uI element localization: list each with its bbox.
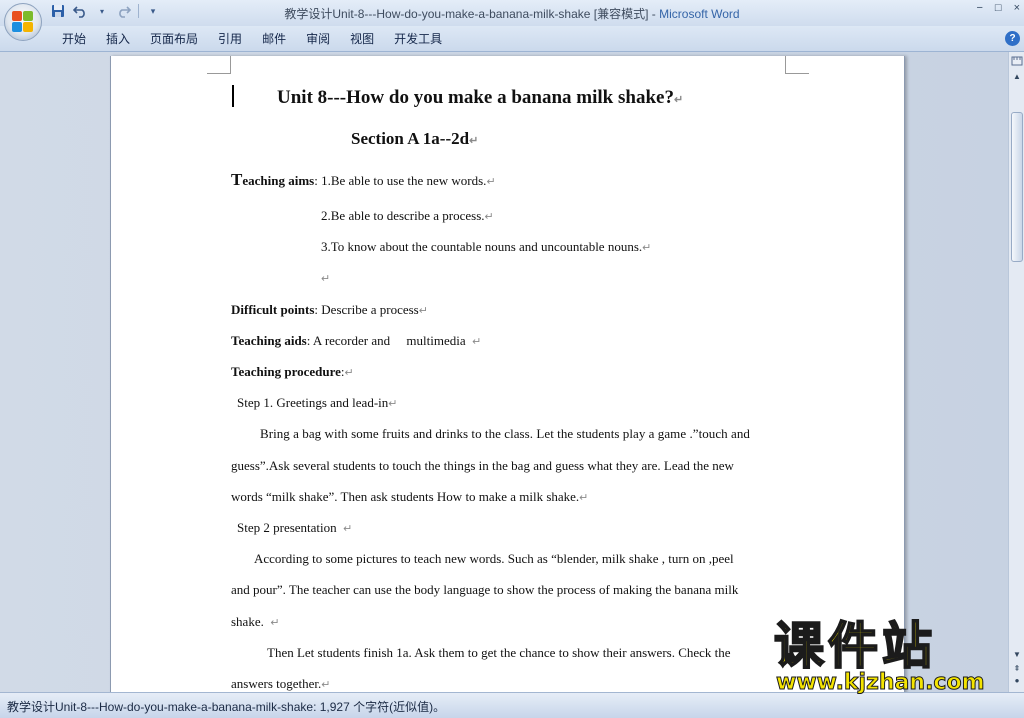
step-2-paragraph-line-1: According to some pictures to teach new … <box>254 551 734 566</box>
previous-page-icon[interactable]: ⇞ <box>1010 664 1024 676</box>
vertical-scrollbar[interactable]: ▲ ▼ ⇞ ● <box>1008 52 1024 692</box>
tab-page-layout[interactable]: 页面布局 <box>140 31 208 47</box>
teaching-aims-line: Teaching aims: 1.Be able to use the new … <box>231 170 496 189</box>
watermark-url: www.kjzhan.com <box>776 670 986 696</box>
empty-paragraph: ↵ <box>321 273 331 285</box>
tab-view[interactable]: 视图 <box>340 31 384 47</box>
title-separator: - <box>648 7 660 21</box>
document-page[interactable]: Unit 8---How do you make a banana milk s… <box>110 56 905 692</box>
step-2-paragraph-line-5: answers together.↵ <box>231 676 331 691</box>
step-1-paragraph-line-1: Bring a bag with some fruits and drinks … <box>260 426 750 441</box>
tab-references[interactable]: 引用 <box>208 31 252 47</box>
step-2-paragraph-line-2: and pour”. The teacher can use the body … <box>231 582 739 597</box>
close-button[interactable]: × <box>1014 2 1020 14</box>
tab-review[interactable]: 审阅 <box>296 31 340 47</box>
title-bar: ▾ ▾ 教学设计Unit-8---How-do-you-make-a-banan… <box>0 0 1024 26</box>
step-2-paragraph-line-3: shake. ↵ <box>231 614 280 629</box>
app-name: Microsoft Word <box>659 7 740 21</box>
tab-home[interactable]: 开始 <box>52 31 96 47</box>
office-button[interactable] <box>4 3 42 41</box>
status-text: 教学设计Unit-8---How-do-you-make-a-banana-mi… <box>7 700 446 714</box>
restore-button[interactable]: □ <box>995 2 1002 14</box>
teaching-aims-3: 3.To know about the countable nouns and … <box>321 239 652 254</box>
page-margin-corner-right <box>785 56 809 74</box>
document-name: 教学设计Unit-8---How-do-you-make-a-banana-mi… <box>284 7 649 21</box>
teaching-aids-line: Teaching aids: A recorder and multimedia… <box>231 333 482 348</box>
help-icon[interactable]: ? <box>1005 31 1020 46</box>
window-controls: − □ × <box>976 2 1020 14</box>
step-1-heading: Step 1. Greetings and lead-in↵ <box>237 395 398 410</box>
step-2-paragraph-line-4: Then Let students finish 1a. Ask them to… <box>267 645 731 660</box>
window-title: 教学设计Unit-8---How-do-you-make-a-banana-mi… <box>0 5 1024 22</box>
tab-mailings[interactable]: 邮件 <box>252 31 296 47</box>
step-1-paragraph-line-2: guess”.Ask several students to touch the… <box>231 458 734 473</box>
ruler-toggle-icon[interactable] <box>1010 55 1024 69</box>
watermark-logo-text: 课件站 <box>773 617 936 675</box>
ribbon-tabs: 开始 插入 页面布局 引用 邮件 审阅 视图 开发工具 <box>52 31 452 47</box>
section-heading: Section A 1a--2d↵ <box>351 129 479 148</box>
ribbon: 开始 插入 页面布局 引用 邮件 审阅 视图 开发工具 ? <box>0 26 1024 52</box>
step-1-paragraph-line-3: words “milk shake”. Then ask students Ho… <box>231 489 589 504</box>
teaching-aims-label: Teaching aims <box>231 170 315 189</box>
select-browse-object-icon[interactable]: ● <box>1010 676 1024 688</box>
scroll-thumb[interactable] <box>1011 112 1023 262</box>
scroll-down-arrow-icon[interactable]: ▼ <box>1010 648 1024 662</box>
teaching-procedure-line: Teaching procedure:↵ <box>231 364 354 379</box>
office-logo-icon <box>12 11 34 33</box>
page-margin-corner-left <box>207 56 231 74</box>
document-title: Unit 8---How do you make a banana milk s… <box>277 87 684 108</box>
site-watermark: 课件站 www.kjzhan.com <box>772 617 1004 696</box>
tab-insert[interactable]: 插入 <box>96 31 140 47</box>
scroll-up-arrow-icon[interactable]: ▲ <box>1010 70 1024 84</box>
teaching-aims-2: 2.Be able to describe a process.↵ <box>321 208 494 223</box>
minimize-button[interactable]: − <box>976 2 982 14</box>
document-area: Unit 8---How do you make a banana milk s… <box>0 52 1008 692</box>
text-cursor <box>232 85 234 107</box>
step-2-heading: Step 2 presentation ↵ <box>237 520 353 535</box>
difficult-points-line: Difficult points: Describe a process↵ <box>231 302 428 317</box>
tab-developer[interactable]: 开发工具 <box>384 31 452 47</box>
